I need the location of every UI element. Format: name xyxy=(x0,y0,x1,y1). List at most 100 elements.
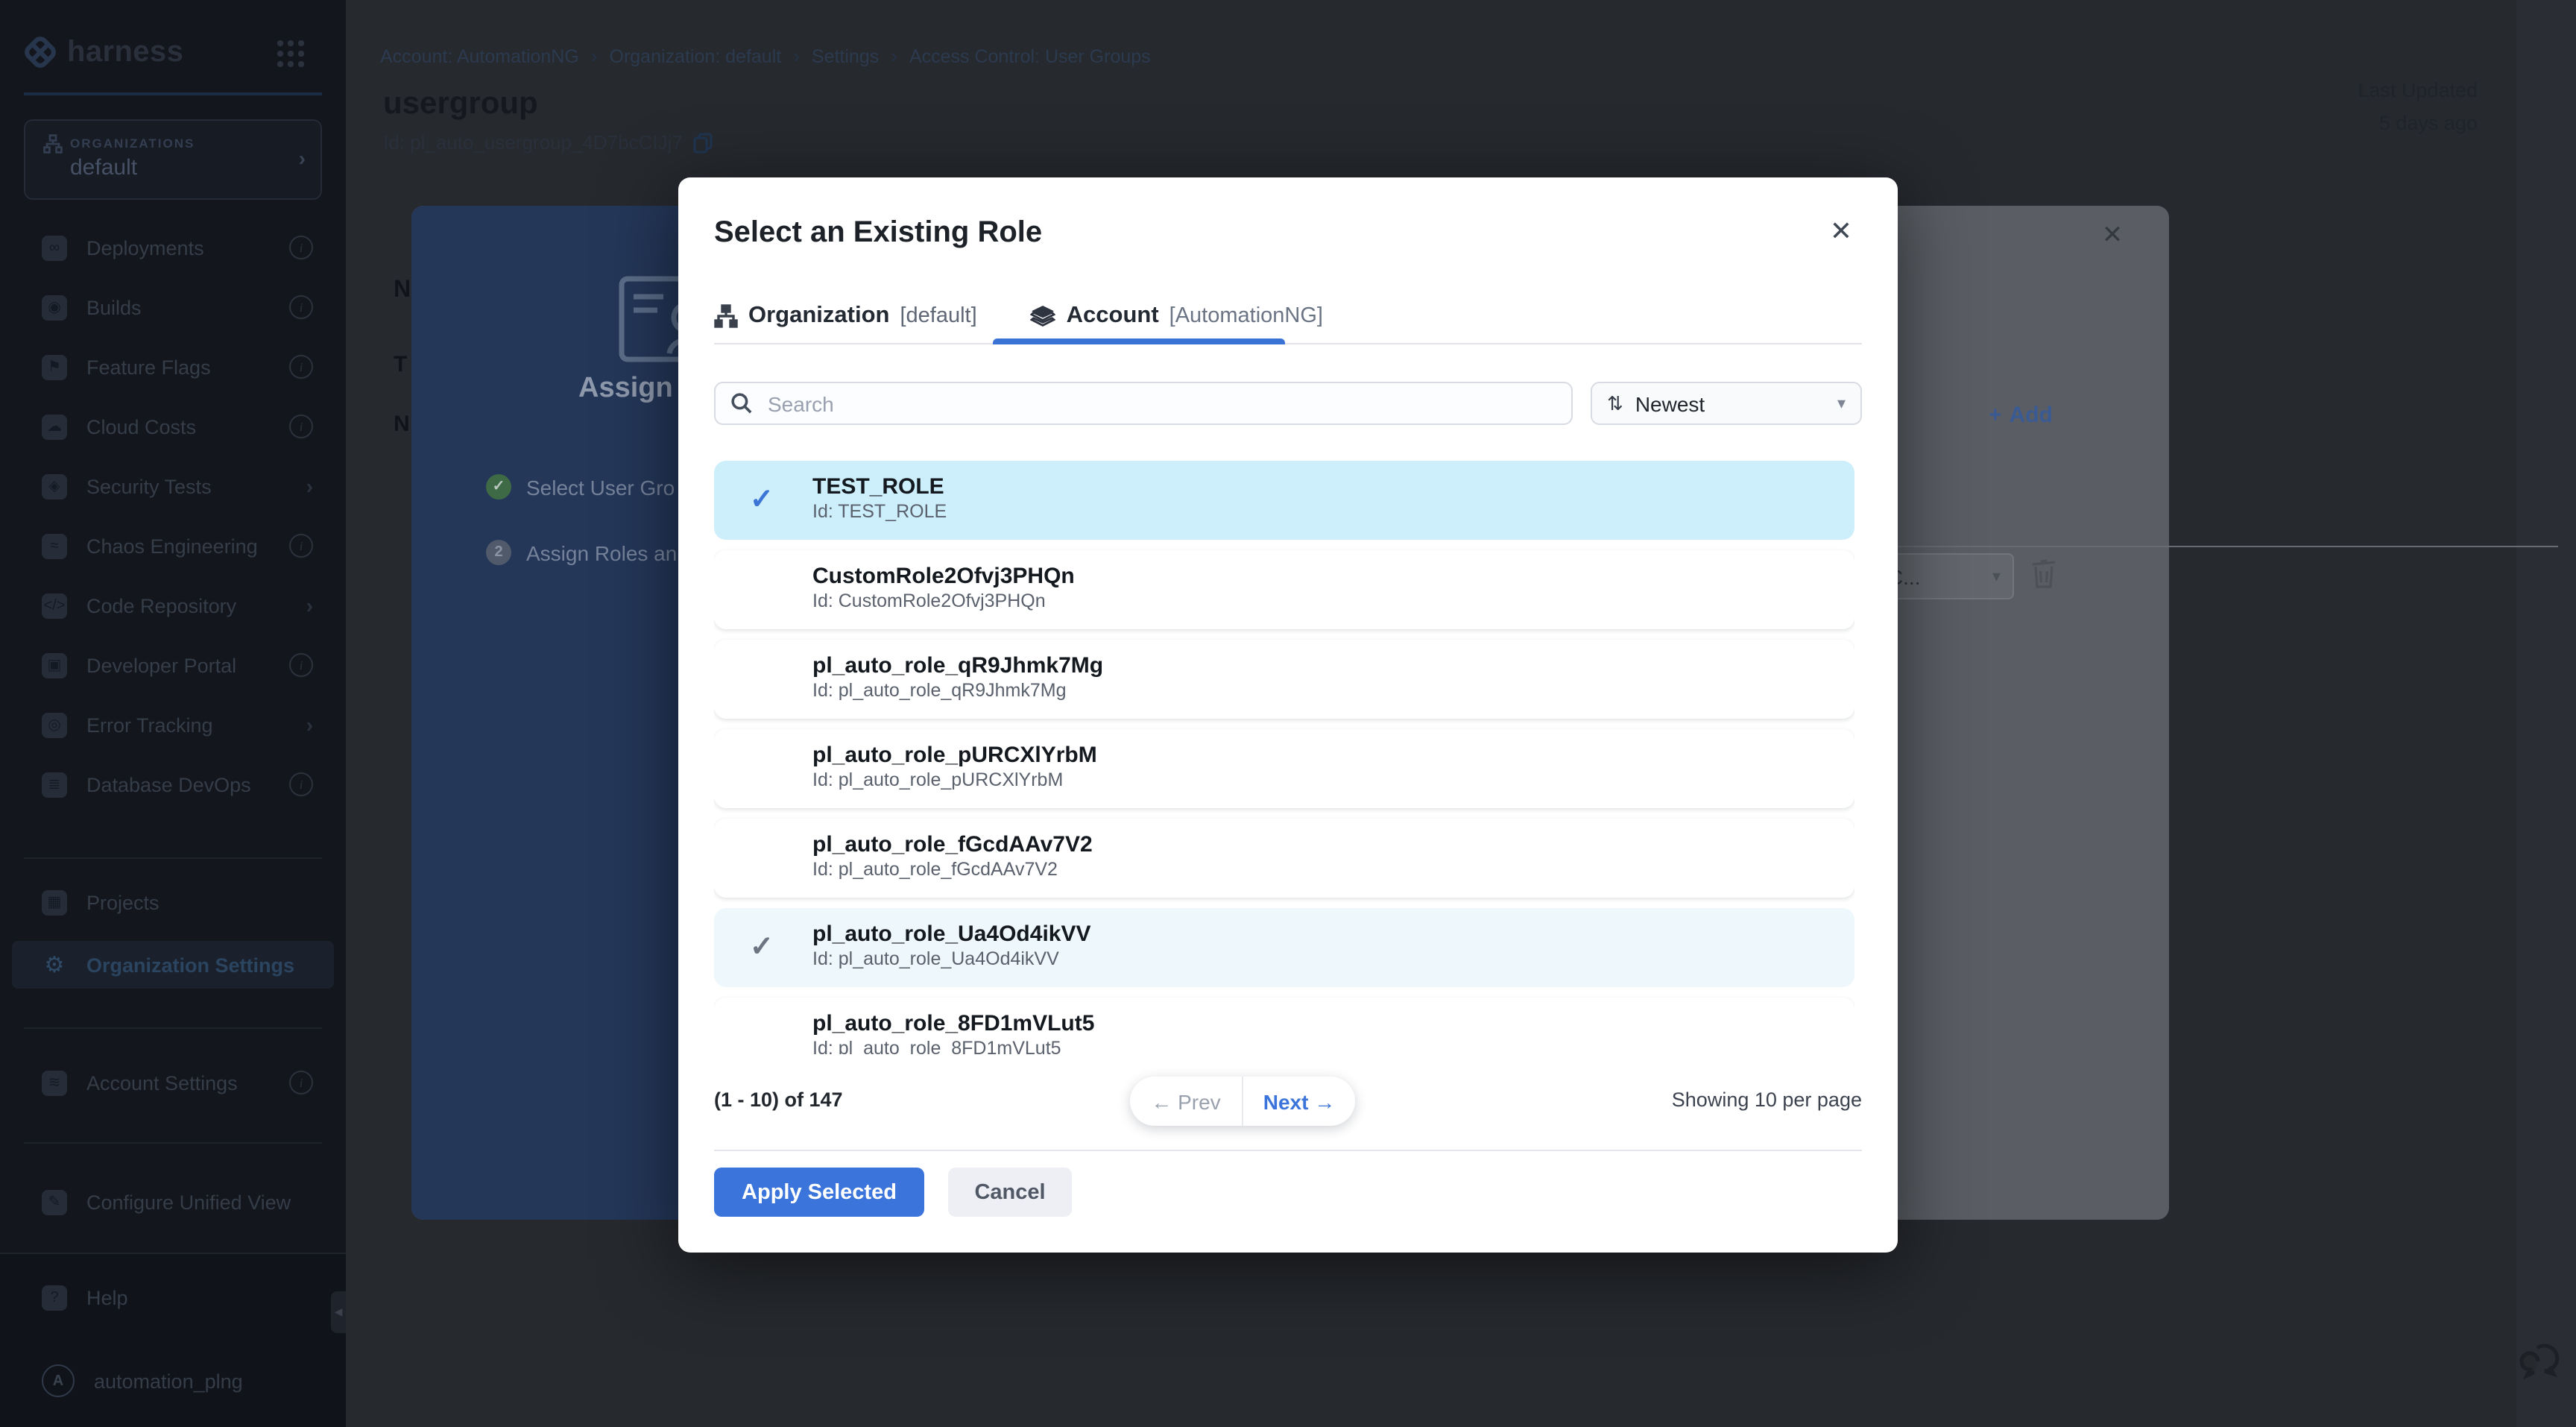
org-selector[interactable]: ORGANIZATIONS default › xyxy=(24,119,322,200)
tab-organization[interactable]: Organization [default] xyxy=(714,294,977,338)
sidebar-item-chaos-engineering[interactable]: ≈ Chaos Engineering i xyxy=(0,516,346,576)
page-size-label: Showing 10 per page xyxy=(1672,1089,1862,1111)
sidebar-nav: ∞ Deployments i ◉ Builds i ⚑ Feature Fla… xyxy=(0,218,346,814)
drawer-close-icon[interactable]: ✕ xyxy=(2097,221,2127,251)
sidebar-item-database-devops[interactable]: ≣ Database DevOps i xyxy=(0,755,346,814)
breadcrumb-separator: › xyxy=(793,45,800,67)
support-chat-icon[interactable] xyxy=(2519,1342,2564,1384)
copy-icon[interactable] xyxy=(693,132,713,153)
breadcrumb-item[interactable]: Settings xyxy=(812,45,879,66)
sidebar-item-account-settings[interactable]: ≋ Account Settings i xyxy=(0,1053,346,1112)
sidebar-divider-top xyxy=(24,92,322,95)
sidebar-item-feature-flags[interactable]: ⚑ Feature Flags i xyxy=(0,337,346,397)
plus-icon: + xyxy=(1989,403,2002,428)
chevron-down-icon: ▾ xyxy=(1837,394,1846,413)
info-icon[interactable]: i xyxy=(289,236,313,259)
harness-logo-text: harness xyxy=(67,35,183,69)
sidebar-item-cloud-costs[interactable]: ☁ Cloud Costs i xyxy=(0,397,346,456)
sidebar-item-code-repository[interactable]: </> Code Repository › xyxy=(0,576,346,635)
step-done-icon: ✓ xyxy=(486,474,511,500)
role-row[interactable]: pl_auto_role_8FD1mVLut5 Id: pl_auto_role… xyxy=(714,998,1854,1054)
code-repository-icon: </> xyxy=(42,593,67,618)
delete-role-binding-icon[interactable] xyxy=(2030,558,2057,589)
search-input[interactable] xyxy=(765,390,1556,417)
role-row[interactable]: pl_auto_role_fGcdAAv7V2 Id: pl_auto_role… xyxy=(714,819,1854,898)
error-tracking-icon: ◎ xyxy=(42,712,67,737)
org-selector-label: ORGANIZATIONS xyxy=(70,136,195,151)
security-tests-icon: ◈ xyxy=(42,473,67,499)
pagination-range: (1 - 10) of 147 xyxy=(714,1089,843,1111)
last-updated: Last Updated 5 days ago xyxy=(2358,75,2478,140)
entity-id: Id: pl_auto_usergroup_4D7bcCIJj7 xyxy=(383,131,713,154)
page-title: usergroup xyxy=(383,86,538,122)
app-grid-icon[interactable] xyxy=(277,40,304,67)
sidebar-item-user-profile[interactable]: A automation_plng xyxy=(0,1351,346,1411)
role-row[interactable]: CustomRole2Ofvj3PHQn Id: CustomRole2Ofvj… xyxy=(714,550,1854,629)
dialog-title: Select an Existing Role xyxy=(714,216,1042,251)
sidebar-item-security-tests[interactable]: ◈ Security Tests › xyxy=(0,456,346,516)
chevron-right-icon: › xyxy=(306,593,313,617)
role-search[interactable] xyxy=(714,382,1573,425)
sidebar-item-builds[interactable]: ◉ Builds i xyxy=(0,277,346,337)
next-page-button[interactable]: Next → xyxy=(1243,1089,1355,1113)
chevron-right-icon: › xyxy=(299,146,306,170)
chaos-engineering-icon: ≈ xyxy=(42,533,67,558)
pagination-controls: ← Prev Next → xyxy=(1130,1077,1355,1126)
footer-divider xyxy=(714,1150,1862,1151)
info-icon[interactable]: i xyxy=(289,295,313,319)
sidebar-divider xyxy=(24,1142,322,1144)
dialog-close-icon[interactable]: ✕ xyxy=(1823,213,1859,249)
builds-icon: ◉ xyxy=(42,294,67,320)
sidebar-item-organization-settings[interactable]: ⚙ Organization Settings xyxy=(12,941,334,989)
help-chat-icon: ? xyxy=(42,1285,67,1310)
role-row-selected[interactable]: ✓ pl_auto_role_Ua4Od4ikVV Id: pl_auto_ro… xyxy=(714,908,1854,987)
info-icon[interactable]: i xyxy=(289,772,313,796)
sidebar-item-error-tracking[interactable]: ◎ Error Tracking › xyxy=(0,695,346,755)
scope-tabs: Organization [default] Account [Automati… xyxy=(714,294,1323,338)
breadcrumb: Account: AutomationNG › Organization: de… xyxy=(380,45,1151,67)
sidebar-item-configure-unified-view[interactable]: ✎ Configure Unified View xyxy=(0,1172,346,1232)
role-row[interactable]: pl_auto_role_pURCXlYrbM Id: pl_auto_role… xyxy=(714,729,1854,808)
breadcrumb-item[interactable]: Account: AutomationNG xyxy=(380,45,579,66)
info-icon[interactable]: i xyxy=(289,355,313,379)
active-tab-indicator xyxy=(993,338,1285,344)
cloud-costs-icon: ☁ xyxy=(42,414,67,439)
sidebar-item-developer-portal[interactable]: ▣ Developer Portal i xyxy=(0,635,346,695)
cancel-button[interactable]: Cancel xyxy=(948,1168,1072,1217)
info-icon[interactable]: i xyxy=(289,1071,313,1094)
wizard-step-assign-roles[interactable]: 2 Assign Roles an xyxy=(486,540,677,565)
clipped-text-fragment: T xyxy=(394,352,413,377)
add-role-binding-button[interactable]: + Add xyxy=(1989,403,2053,428)
check-icon: ✓ xyxy=(750,483,774,517)
arrow-left-icon: ← xyxy=(1151,1089,1172,1113)
sidebar-item-projects[interactable]: ▦ Projects xyxy=(0,872,346,932)
sidebar: harness ORGANIZATIONS default › ∞ Deploy… xyxy=(0,0,346,1427)
info-icon[interactable]: i xyxy=(289,534,313,558)
pagination: (1 - 10) of 147 ← Prev Next → Showing 10… xyxy=(714,1077,1862,1126)
wizard-step-select-user-group[interactable]: ✓ Select User Gro xyxy=(486,474,675,500)
avatar: A xyxy=(42,1364,75,1397)
harness-logo-icon xyxy=(24,36,57,69)
sidebar-divider xyxy=(24,857,322,859)
prev-page-button[interactable]: ← Prev xyxy=(1130,1089,1242,1113)
arrow-right-icon: → xyxy=(1314,1089,1335,1113)
tabs-divider xyxy=(714,343,1862,344)
role-row[interactable]: pl_auto_role_qR9Jhmk7Mg Id: pl_auto_role… xyxy=(714,640,1854,719)
sidebar-item-help[interactable]: ? Help xyxy=(0,1267,346,1327)
info-icon[interactable]: i xyxy=(289,415,313,438)
sidebar-collapse-handle[interactable]: ◀ xyxy=(331,1291,346,1333)
breadcrumb-item[interactable]: Organization: default xyxy=(610,45,782,66)
apply-selected-button[interactable]: Apply Selected xyxy=(714,1168,924,1217)
sort-dropdown[interactable]: ⇅ Newest ▾ xyxy=(1591,382,1862,425)
chevron-right-icon: › xyxy=(306,713,313,737)
role-row-test-role[interactable]: ✓ TEST_ROLE Id: TEST_ROLE xyxy=(714,461,1854,540)
chevron-right-icon: › xyxy=(306,474,313,498)
database-devops-icon: ≣ xyxy=(42,772,67,797)
breadcrumb-separator: › xyxy=(591,45,598,67)
tab-account[interactable]: Account [AutomationNG] xyxy=(1031,294,1323,338)
role-list: ✓ TEST_ROLE Id: TEST_ROLE CustomRole2Ofv… xyxy=(714,461,1854,1054)
breadcrumb-item[interactable]: Access Control: User Groups xyxy=(909,45,1151,66)
sidebar-item-deployments[interactable]: ∞ Deployments i xyxy=(0,218,346,277)
info-icon[interactable]: i xyxy=(289,653,313,677)
sort-icon: ⇅ xyxy=(1607,391,1623,415)
